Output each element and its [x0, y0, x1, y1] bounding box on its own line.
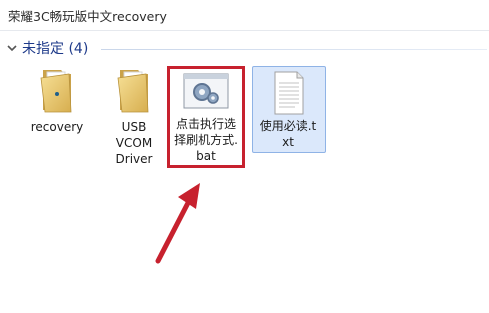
text-file-icon	[271, 70, 307, 120]
group-divider	[101, 49, 487, 50]
chevron-down-icon[interactable]	[6, 42, 18, 54]
title-bar: 荣耀3C畅玩版中文recovery	[0, 0, 489, 31]
group-header[interactable]: 未指定 (4)	[6, 37, 88, 59]
highlight-box	[167, 66, 245, 168]
group-label: 未指定 (4)	[22, 41, 89, 57]
file-item-txt[interactable]: 使用必读.txt	[252, 70, 326, 150]
file-item-recovery[interactable]: recovery	[20, 66, 94, 141]
file-label: 使用必读.txt	[259, 119, 317, 149]
file-item-usb-vcom-driver[interactable]: USB VCOM Driver	[97, 66, 171, 166]
file-label: recovery	[30, 120, 84, 134]
window-title: 荣耀3C畅玩版中文recovery	[8, 9, 167, 24]
folder-icon	[39, 66, 75, 118]
file-label: USB VCOM Driver	[115, 120, 153, 166]
arrow-annotation-icon	[150, 175, 210, 269]
folder-icon	[116, 66, 152, 118]
